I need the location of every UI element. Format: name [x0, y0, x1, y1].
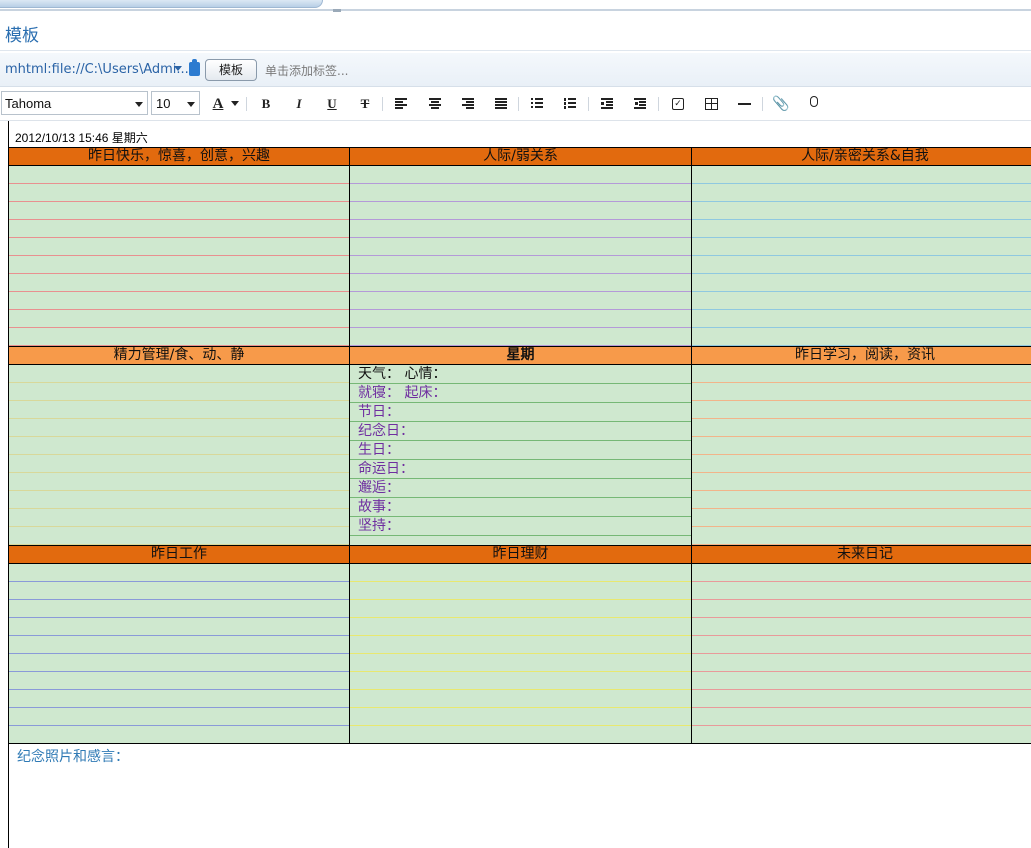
section-cell-close-ties[interactable] — [691, 165, 1031, 347]
section-header-work: 昨日工作 — [8, 545, 350, 564]
week-items-list: 天气： 心情： 就寝： 起床： 节日： 纪念日： 生日： 命运日： 邂逅： 故事： 坚持： — [350, 365, 691, 545]
font-color-icon: A — [212, 96, 224, 112]
section-header-week: 星期 — [349, 346, 692, 365]
week-item[interactable]: 节日： — [350, 403, 691, 422]
week-item[interactable]: 邂逅： — [350, 479, 691, 498]
bullet-list-button[interactable] — [526, 94, 548, 114]
diary-template-table: 昨日快乐，惊喜，创意，兴趣 人际/弱关系 人际/亲密关系&自我 精力管理/食、动… — [8, 147, 1031, 744]
font-size-select[interactable]: 10 — [151, 91, 200, 115]
insert-table-button[interactable] — [700, 94, 722, 114]
notebook-icon — [189, 59, 200, 76]
section-header-happy: 昨日快乐，惊喜，创意，兴趣 — [8, 147, 350, 166]
strikethrough-icon: T — [360, 96, 370, 111]
note-datetime: 2012/10/13 15:46 星期六 — [15, 131, 148, 145]
chevron-down-icon[interactable] — [231, 101, 239, 106]
underline-icon: U — [327, 96, 337, 111]
section-header-weak-ties: 人际/弱关系 — [349, 147, 692, 166]
section-header-energy: 精力管理/食、动、静 — [8, 346, 350, 365]
toolbar-separator — [588, 97, 589, 111]
checkbox-button[interactable]: ✓ — [667, 94, 689, 114]
numbered-list-button[interactable] — [559, 94, 581, 114]
chevron-down-icon[interactable] — [174, 66, 182, 71]
bold-button[interactable]: B — [255, 94, 277, 114]
indent-icon — [634, 98, 646, 109]
note-tab[interactable] — [0, 0, 323, 8]
italic-icon: I — [296, 96, 302, 111]
justify-icon — [495, 98, 507, 109]
section-header-close-ties: 人际/亲密关系&自我 — [691, 147, 1031, 166]
attach-button[interactable]: 📎 — [770, 94, 792, 114]
section-cell-energy[interactable] — [8, 364, 350, 546]
section-header-future: 未来日记 — [691, 545, 1031, 564]
section-header-finance: 昨日理财 — [349, 545, 692, 564]
week-item[interactable]: 就寝： 起床： — [350, 384, 691, 403]
record-audio-button[interactable] — [803, 94, 825, 114]
week-item[interactable]: 故事： — [350, 498, 691, 517]
bold-icon: B — [261, 96, 271, 111]
font-color-button[interactable]: A — [207, 94, 229, 114]
horizontal-rule-icon — [737, 102, 751, 105]
font-family-select[interactable]: Tahoma — [1, 91, 148, 115]
memo-label: 纪念照片和感言： — [17, 749, 129, 765]
align-right-icon — [462, 98, 474, 109]
numbered-list-icon — [564, 98, 576, 109]
chevron-down-icon — [135, 102, 143, 107]
note-title-bar: 模板 — [0, 12, 1031, 51]
chevron-down-icon — [187, 102, 195, 107]
section-cell-weak-ties[interactable] — [349, 165, 692, 347]
add-tag-input[interactable]: 单击添加标签... — [265, 62, 348, 79]
underline-button[interactable]: U — [321, 94, 343, 114]
toolbar-separator — [382, 97, 383, 111]
divider — [0, 9, 1031, 11]
section-cell-learning[interactable] — [691, 364, 1031, 546]
address-bar: mhtml:file://C:\Users\Admi... 模板 单击添加标签.… — [0, 53, 1031, 87]
italic-button[interactable]: I — [288, 94, 310, 114]
align-left-icon — [395, 98, 407, 109]
week-item[interactable]: 纪念日： — [350, 422, 691, 441]
notebook-button[interactable]: 模板 — [205, 59, 257, 81]
week-item[interactable]: 生日： — [350, 441, 691, 460]
section-cell-happy[interactable] — [8, 165, 350, 347]
toolbar-separator — [762, 97, 763, 111]
justify-button[interactable] — [490, 94, 512, 114]
horizontal-rule-button[interactable] — [733, 94, 755, 114]
indent-button[interactable] — [629, 94, 651, 114]
bullet-list-icon — [531, 98, 543, 109]
format-toolbar: Tahoma 10 A B I U T ✓ 📎 — [0, 88, 1031, 121]
section-cell-work[interactable] — [8, 563, 350, 744]
microphone-icon — [810, 96, 818, 107]
strikethrough-button[interactable]: T — [354, 94, 376, 114]
font-family-value: Tahoma — [5, 96, 52, 111]
toolbar-separator — [658, 97, 659, 111]
toolbar-separator — [246, 97, 247, 111]
week-item[interactable]: 天气： 心情： — [350, 365, 691, 384]
window-top-strip — [0, 0, 1031, 12]
section-cell-finance[interactable] — [349, 563, 692, 744]
outdent-icon — [601, 98, 613, 109]
table-icon — [704, 97, 718, 110]
font-size-value: 10 — [156, 96, 171, 111]
section-cell-week[interactable]: 天气： 心情： 就寝： 起床： 节日： 纪念日： 生日： 命运日： 邂逅： 故事： 坚持： — [349, 364, 692, 546]
section-cell-future[interactable] — [691, 563, 1031, 744]
align-center-icon — [429, 98, 441, 109]
week-item[interactable]: 坚持： — [350, 517, 691, 536]
align-left-button[interactable] — [390, 94, 412, 114]
source-url-link[interactable]: mhtml:file://C:\Users\Admi... — [5, 62, 189, 77]
outdent-button[interactable] — [596, 94, 618, 114]
note-title[interactable]: 模板 — [5, 21, 39, 46]
align-right-button[interactable] — [457, 94, 479, 114]
week-item[interactable]: 命运日： — [350, 460, 691, 479]
align-center-button[interactable] — [424, 94, 446, 114]
toolbar-separator — [518, 97, 519, 111]
paperclip-icon: 📎 — [772, 96, 790, 112]
checkbox-icon: ✓ — [672, 97, 684, 110]
section-header-learning: 昨日学习，阅读，资讯 — [691, 346, 1031, 365]
